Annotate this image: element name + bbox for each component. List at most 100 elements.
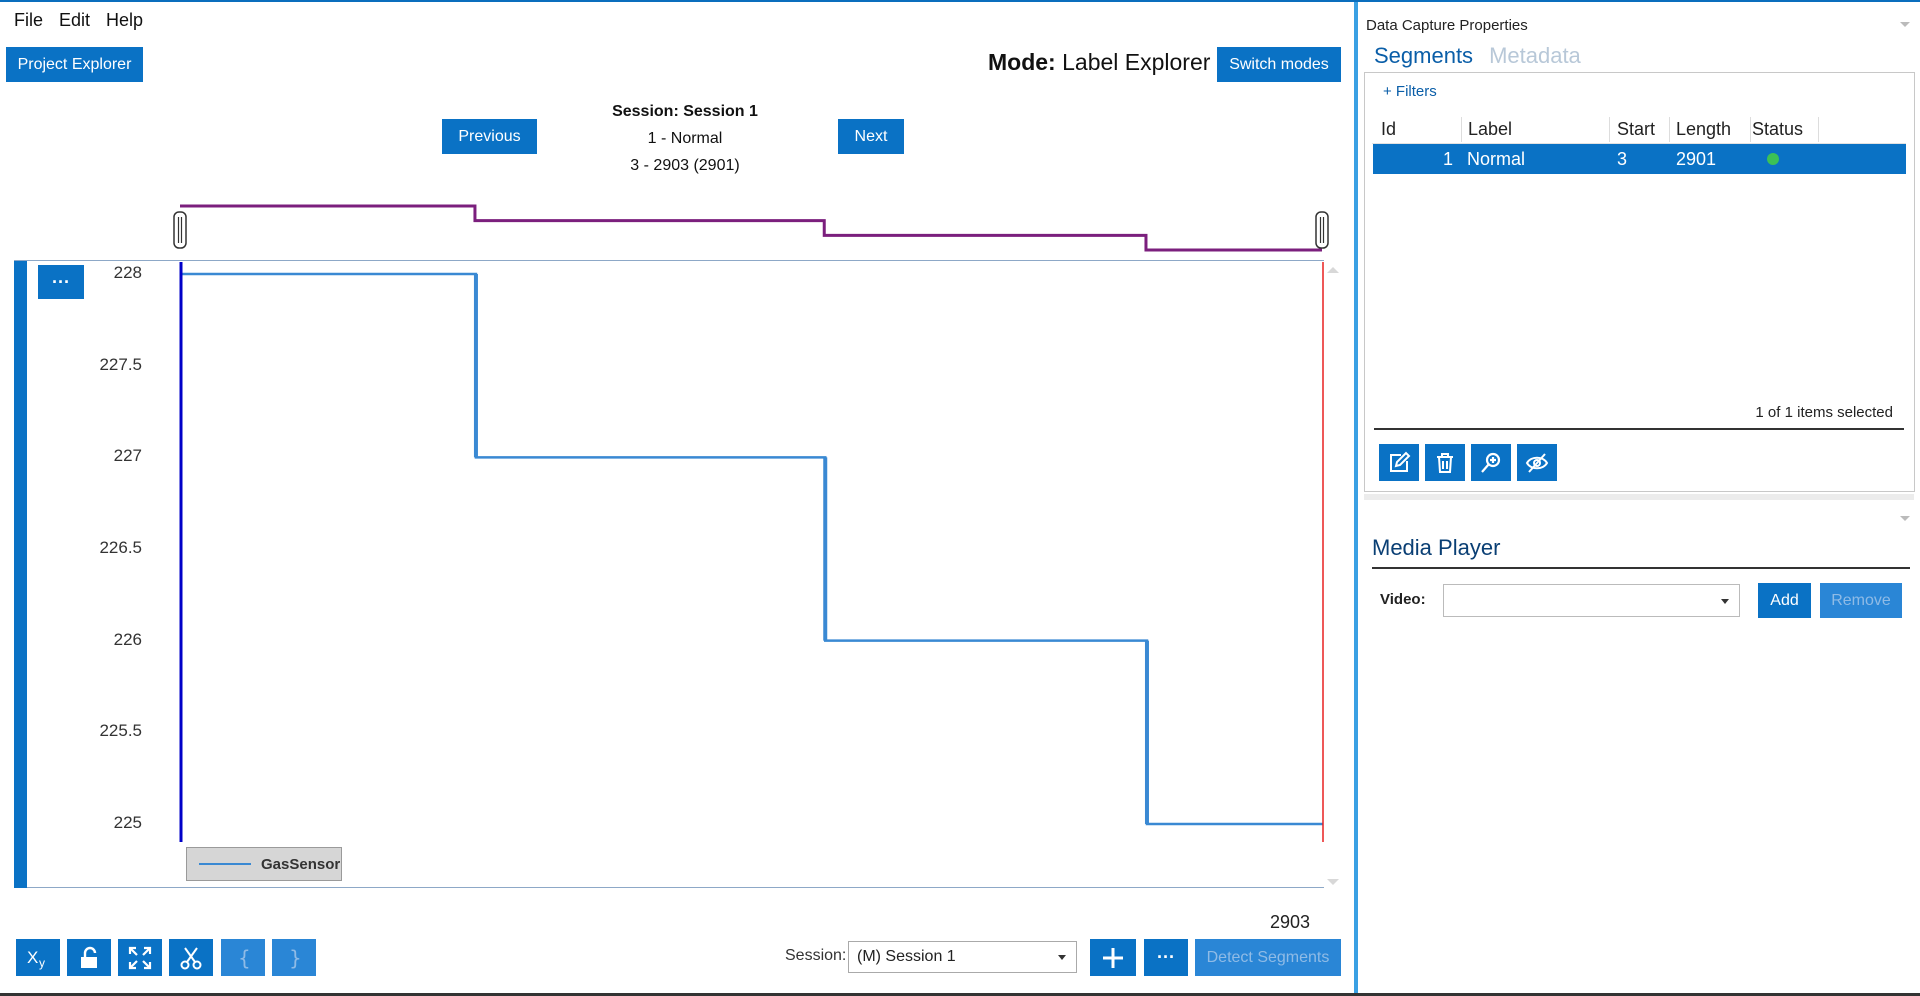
y-tick-label: 226.5 xyxy=(99,538,142,557)
table-header: Id Label Start Length Status xyxy=(1372,117,1906,143)
add-video-button[interactable]: Add xyxy=(1758,583,1811,618)
hide-icon xyxy=(1525,452,1549,473)
plot-area[interactable] xyxy=(176,262,1326,846)
scroll-up-arrow[interactable] xyxy=(1327,267,1339,273)
col-label[interactable]: Label xyxy=(1468,119,1512,140)
overview-left-handle[interactable] xyxy=(173,211,187,249)
y-tick-label: 227 xyxy=(113,446,142,466)
x-end-value: 2903 xyxy=(1270,912,1311,932)
detect-segments-button[interactable]: Detect Segments xyxy=(1195,939,1341,976)
legend-swatch xyxy=(199,863,251,865)
cell-id: 1 xyxy=(1443,149,1454,169)
segments-panel-footer xyxy=(1364,494,1914,500)
lock-button[interactable] xyxy=(67,939,111,976)
col-id[interactable]: Id xyxy=(1381,119,1396,140)
svg-text:X: X xyxy=(27,948,38,967)
axis-labels-button[interactable]: X y xyxy=(16,939,60,976)
trash-icon xyxy=(1437,452,1453,473)
chart-top-border xyxy=(14,260,1324,261)
chevron-down-icon xyxy=(1058,955,1066,960)
chart-left-scroll-bar[interactable] xyxy=(14,261,27,888)
segment-label: 1 - Normal xyxy=(647,130,723,147)
col-length[interactable]: Length xyxy=(1676,119,1731,140)
fit-view-button[interactable] xyxy=(118,939,162,976)
project-explorer-button[interactable]: Project Explorer xyxy=(6,47,143,82)
more-options-button[interactable]: ··· xyxy=(1144,939,1188,976)
next-button[interactable]: Next xyxy=(838,119,904,154)
cell-start: 3 xyxy=(1617,149,1628,169)
y-tick-label: 228 xyxy=(113,263,142,282)
collapse-icon[interactable] xyxy=(1900,22,1910,27)
table-row[interactable]: 1 Normal 3 2901 xyxy=(1373,144,1906,174)
col-status[interactable]: Status xyxy=(1752,119,1803,140)
previous-button[interactable]: Previous xyxy=(442,119,537,154)
status-ok-icon xyxy=(1767,153,1779,165)
series-step xyxy=(473,274,478,458)
svg-text:}: } xyxy=(289,946,302,970)
segment-info: Session: Session 1 1 - Normal 3 - 2903 (… xyxy=(560,98,810,179)
menu-bar: File Edit Help xyxy=(14,10,143,31)
series-line-gassensor xyxy=(181,272,1323,826)
session-dropdown-value: (M) Session 1 xyxy=(857,948,956,965)
menu-file[interactable]: File xyxy=(14,10,43,31)
y-tick-label: 225.5 xyxy=(99,721,142,741)
series-step xyxy=(823,457,828,641)
tab-segments[interactable]: Segments xyxy=(1374,43,1473,69)
svg-text:y: y xyxy=(39,956,45,970)
collapse-icon[interactable] xyxy=(1900,516,1910,521)
session-title: Session: Session 1 xyxy=(612,103,758,120)
col-divider xyxy=(1669,117,1670,142)
selection-count: 1 of 1 items selected xyxy=(1755,404,1893,421)
chart-legend[interactable]: GasSensor xyxy=(186,847,342,881)
overview-right-handle[interactable] xyxy=(1315,211,1329,249)
overview-line xyxy=(180,204,1322,252)
pane-splitter[interactable] xyxy=(1354,2,1358,996)
menu-edit[interactable]: Edit xyxy=(59,10,90,31)
scroll-down-arrow[interactable] xyxy=(1327,879,1339,885)
hide-segment-button[interactable] xyxy=(1517,444,1557,481)
y-tick-label: 227.5 xyxy=(99,354,142,374)
add-segment-button[interactable] xyxy=(1090,939,1136,976)
open-bracket-button[interactable]: { xyxy=(221,939,265,976)
window-top-accent xyxy=(0,0,1920,2)
media-player-title: Media Player xyxy=(1372,535,1501,560)
switch-modes-button[interactable]: Switch modes xyxy=(1217,47,1341,82)
zoom-icon xyxy=(1481,452,1501,473)
expand-icon xyxy=(128,946,152,969)
svg-text:{: { xyxy=(238,946,251,970)
chevron-down-icon xyxy=(1721,599,1729,604)
y-tick-label: 226 xyxy=(113,629,142,649)
video-dropdown[interactable] xyxy=(1443,584,1740,617)
tab-metadata[interactable]: Metadata xyxy=(1489,43,1581,69)
edit-icon xyxy=(1390,451,1411,472)
cell-label: Normal xyxy=(1467,149,1526,169)
mode-value: Label Explorer xyxy=(1062,49,1211,75)
remove-video-button[interactable]: Remove xyxy=(1820,583,1902,618)
overview-navigator[interactable] xyxy=(168,200,1338,260)
col-divider xyxy=(1750,117,1751,142)
edit-segment-button[interactable] xyxy=(1379,444,1419,481)
mode-prefix: Mode: xyxy=(988,49,1056,75)
session-field-label: Session: xyxy=(785,947,847,964)
filters-toggle[interactable]: + Filters xyxy=(1383,83,1437,100)
col-start[interactable]: Start xyxy=(1617,119,1655,140)
series-step xyxy=(1144,640,1149,824)
session-dropdown[interactable]: (M) Session 1 xyxy=(848,941,1077,973)
col-divider xyxy=(1818,117,1819,142)
cut-button[interactable] xyxy=(169,939,213,976)
scissors-icon xyxy=(180,946,202,969)
menu-help[interactable]: Help xyxy=(106,10,143,31)
mode-indicator: Mode: Label Explorer xyxy=(988,49,1210,76)
cell-length: 2901 xyxy=(1676,149,1717,169)
media-player-divider xyxy=(1372,567,1910,569)
close-brace-icon: } xyxy=(289,946,302,970)
segment-range: 3 - 2903 (2901) xyxy=(630,157,740,174)
legend-label: GasSensor xyxy=(261,855,341,873)
plus-icon xyxy=(1103,947,1123,968)
zoom-segment-button[interactable] xyxy=(1471,444,1511,481)
col-divider xyxy=(1461,117,1462,142)
delete-segment-button[interactable] xyxy=(1425,444,1465,481)
close-bracket-button[interactable]: } xyxy=(272,939,316,976)
tab-bar: Segments Metadata xyxy=(1374,43,1581,69)
video-field-label: Video: xyxy=(1380,591,1426,608)
